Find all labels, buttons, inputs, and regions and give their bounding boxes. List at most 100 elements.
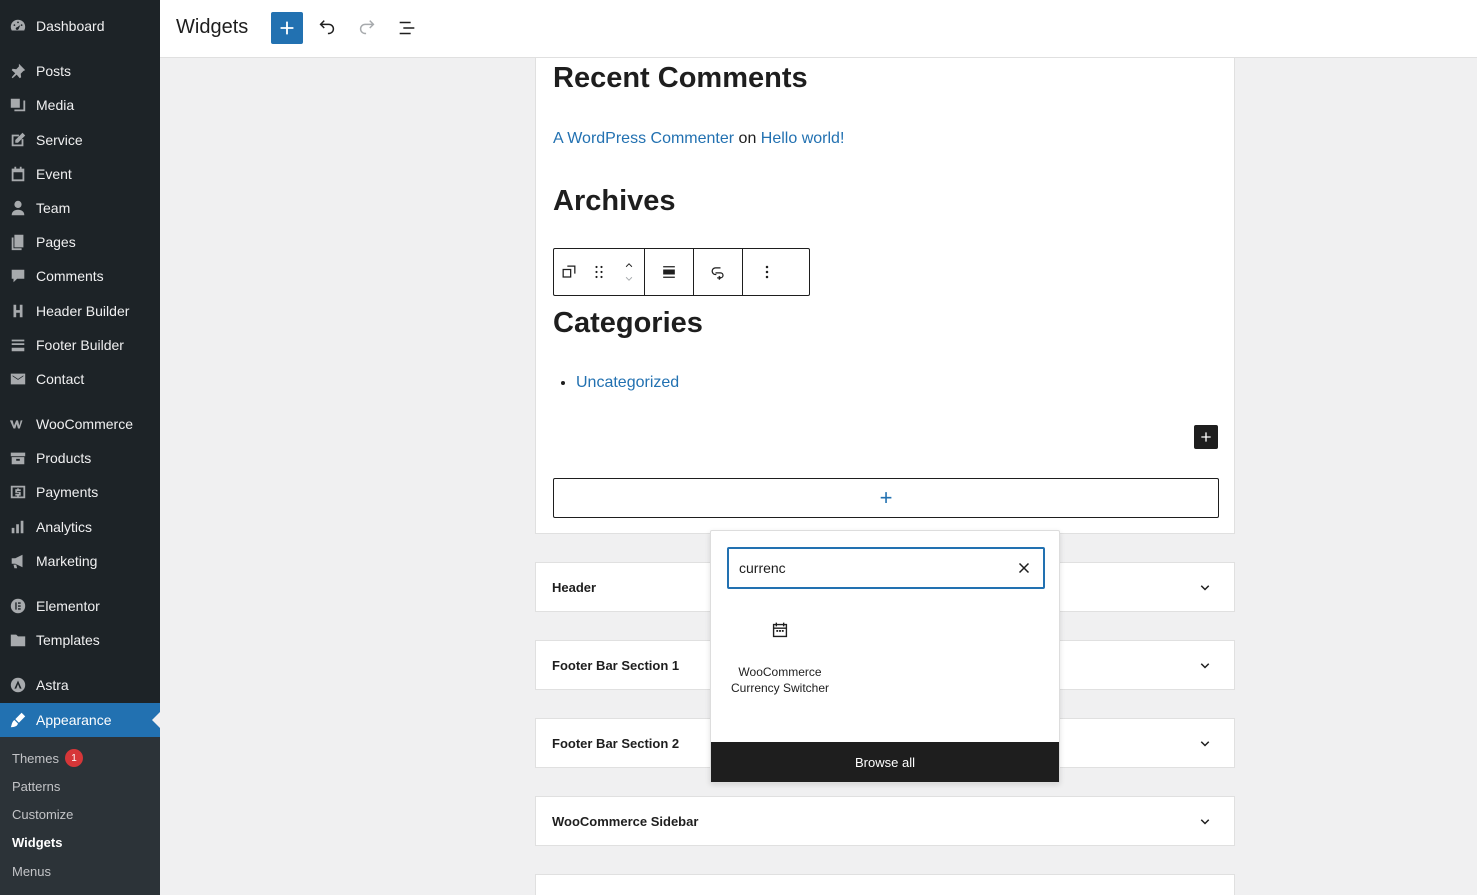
block-search-field bbox=[727, 547, 1045, 589]
plus-icon bbox=[1201, 432, 1211, 442]
sidebar-item-label: Footer Builder bbox=[36, 337, 124, 353]
categories-list: Uncategorized bbox=[576, 374, 679, 392]
undo-button[interactable] bbox=[311, 12, 343, 44]
sidebar-item-media[interactable]: Media bbox=[0, 88, 160, 122]
pages-icon bbox=[0, 233, 36, 251]
transform-block-button[interactable] bbox=[554, 249, 584, 295]
add-block-button[interactable] bbox=[271, 12, 303, 44]
elementor-icon bbox=[0, 597, 36, 615]
sidebar-item-elementor[interactable]: Elementor bbox=[0, 589, 160, 623]
browse-all-button[interactable]: Browse all bbox=[711, 742, 1059, 782]
sidebar-item-label: Service bbox=[36, 132, 83, 148]
sidebar-item-event[interactable]: Event bbox=[0, 157, 160, 191]
chevron-down-icon bbox=[625, 276, 633, 281]
widget-area-next[interactable] bbox=[535, 874, 1235, 895]
block-appender-button[interactable]: + bbox=[553, 478, 1219, 518]
block-result-label: WooCommerce Currency Switcher bbox=[730, 665, 830, 695]
update-count-badge: 1 bbox=[64, 749, 83, 767]
submenu-item-label: Menus bbox=[12, 863, 52, 879]
comment-author-link[interactable]: A WordPress Commenter bbox=[553, 130, 734, 147]
recent-comments-heading: Recent Comments bbox=[553, 62, 808, 94]
header-icon bbox=[0, 302, 36, 320]
block-result-woocommerce-currency-switcher[interactable]: WooCommerce Currency Switcher bbox=[727, 619, 833, 696]
sidebar-item-dashboard[interactable]: Dashboard bbox=[0, 9, 160, 43]
widget-area-woocommerce-sidebar[interactable]: WooCommerce Sidebar bbox=[535, 796, 1235, 846]
link-icon bbox=[711, 267, 724, 280]
calendar-icon bbox=[772, 622, 788, 638]
brush-icon bbox=[0, 711, 36, 729]
drag-handle[interactable] bbox=[584, 249, 614, 295]
sidebar-item-label: Dashboard bbox=[36, 18, 105, 34]
sidebar-item-label: Appearance bbox=[36, 712, 112, 728]
mail-icon bbox=[0, 370, 36, 388]
sidebar-item-woocommerce[interactable]: WooCommerce bbox=[0, 407, 160, 441]
more-vertical-icon bbox=[765, 265, 769, 279]
redo-button[interactable] bbox=[351, 12, 383, 44]
sidebar-item-contact[interactable]: Contact bbox=[0, 362, 160, 396]
close-icon[interactable] bbox=[1015, 559, 1033, 577]
chevron-down-icon bbox=[1200, 741, 1210, 747]
megaphone-icon bbox=[0, 552, 36, 570]
sidebar-item-label: Header Builder bbox=[36, 303, 130, 319]
category-link[interactable]: Uncategorized bbox=[576, 374, 679, 391]
sidebar-item-label: Payments bbox=[36, 484, 99, 500]
admin-sidebar: Dashboard Posts Media Service Event Team… bbox=[0, 0, 160, 895]
more-options-button[interactable] bbox=[743, 249, 791, 295]
chevron-down-icon bbox=[1200, 819, 1210, 825]
astra-icon bbox=[0, 676, 36, 694]
sidebar-item-comments[interactable]: Comments bbox=[0, 259, 160, 293]
sidebar-item-label: Comments bbox=[36, 268, 104, 284]
recent-comment-entry: A WordPress Commenter on Hello world! bbox=[553, 130, 844, 148]
sidebar-item-templates[interactable]: Templates bbox=[0, 623, 160, 657]
chevron-down-icon bbox=[1200, 663, 1210, 669]
media-icon bbox=[0, 96, 36, 114]
sidebar-item-footer-builder[interactable]: Footer Builder bbox=[0, 328, 160, 362]
align-button[interactable] bbox=[645, 249, 693, 295]
sidebar-item-label: Media bbox=[36, 97, 75, 113]
submenu-item-label: Themes bbox=[12, 750, 59, 766]
appearance-submenu: Themes 1 Patterns Customize Widgets Menu… bbox=[0, 737, 160, 895]
sidebar-item-analytics[interactable]: Analytics bbox=[0, 510, 160, 544]
submenu-item-themes[interactable]: Themes 1 bbox=[12, 748, 83, 768]
sidebar-item-team[interactable]: Team bbox=[0, 191, 160, 225]
block-search-input[interactable] bbox=[739, 560, 999, 576]
submenu-item-customize[interactable]: Customize bbox=[12, 804, 73, 824]
move-up-down-buttons[interactable] bbox=[614, 249, 644, 295]
block-inserter-popover: WooCommerce Currency Switcher Browse all bbox=[710, 530, 1060, 783]
active-indicator bbox=[152, 712, 160, 728]
submenu-item-menus[interactable]: Menus bbox=[12, 861, 51, 881]
sidebar-item-service[interactable]: Service bbox=[0, 123, 160, 157]
comment-post-link[interactable]: Hello world! bbox=[761, 130, 845, 147]
block-toolbar bbox=[553, 248, 810, 296]
sidebar-item-label: Posts bbox=[36, 63, 72, 79]
align-wide-icon bbox=[663, 266, 675, 278]
sidebar-item-label: Team bbox=[36, 200, 71, 216]
dollar-icon bbox=[0, 483, 36, 501]
sidebar-item-appearance[interactable]: Appearance bbox=[0, 703, 160, 737]
undo-icon bbox=[319, 20, 335, 35]
sidebar-item-posts[interactable]: Posts bbox=[0, 54, 160, 88]
plus-icon: + bbox=[879, 485, 893, 510]
drag-handle-icon bbox=[595, 265, 603, 279]
chevron-up-icon bbox=[625, 263, 633, 268]
widget-area-title: Footer Bar Section 1 bbox=[552, 657, 680, 673]
submenu-item-label: Widgets bbox=[12, 834, 63, 850]
archive-icon bbox=[0, 449, 36, 467]
plus-icon bbox=[280, 21, 294, 35]
submenu-item-widgets[interactable]: Widgets bbox=[12, 832, 62, 852]
sidebar-item-pages[interactable]: Pages bbox=[0, 225, 160, 259]
sidebar-item-label: Templates bbox=[36, 632, 100, 648]
sidebar-item-payments[interactable]: Payments bbox=[0, 475, 160, 509]
submenu-item-patterns[interactable]: Patterns bbox=[12, 776, 60, 796]
calendar-icon bbox=[0, 165, 36, 183]
comment-on-text: on bbox=[738, 130, 757, 147]
sidebar-item-marketing[interactable]: Marketing bbox=[0, 544, 160, 578]
chevron-down-icon bbox=[1200, 585, 1210, 591]
list-view-button[interactable] bbox=[391, 12, 423, 44]
link-button[interactable] bbox=[694, 249, 742, 295]
submenu-item-label: Patterns bbox=[12, 778, 61, 794]
sidebar-item-astra[interactable]: Astra bbox=[0, 668, 160, 702]
inline-add-block-button[interactable] bbox=[1194, 425, 1218, 449]
sidebar-item-header-builder[interactable]: Header Builder bbox=[0, 294, 160, 328]
sidebar-item-products[interactable]: Products bbox=[0, 441, 160, 475]
